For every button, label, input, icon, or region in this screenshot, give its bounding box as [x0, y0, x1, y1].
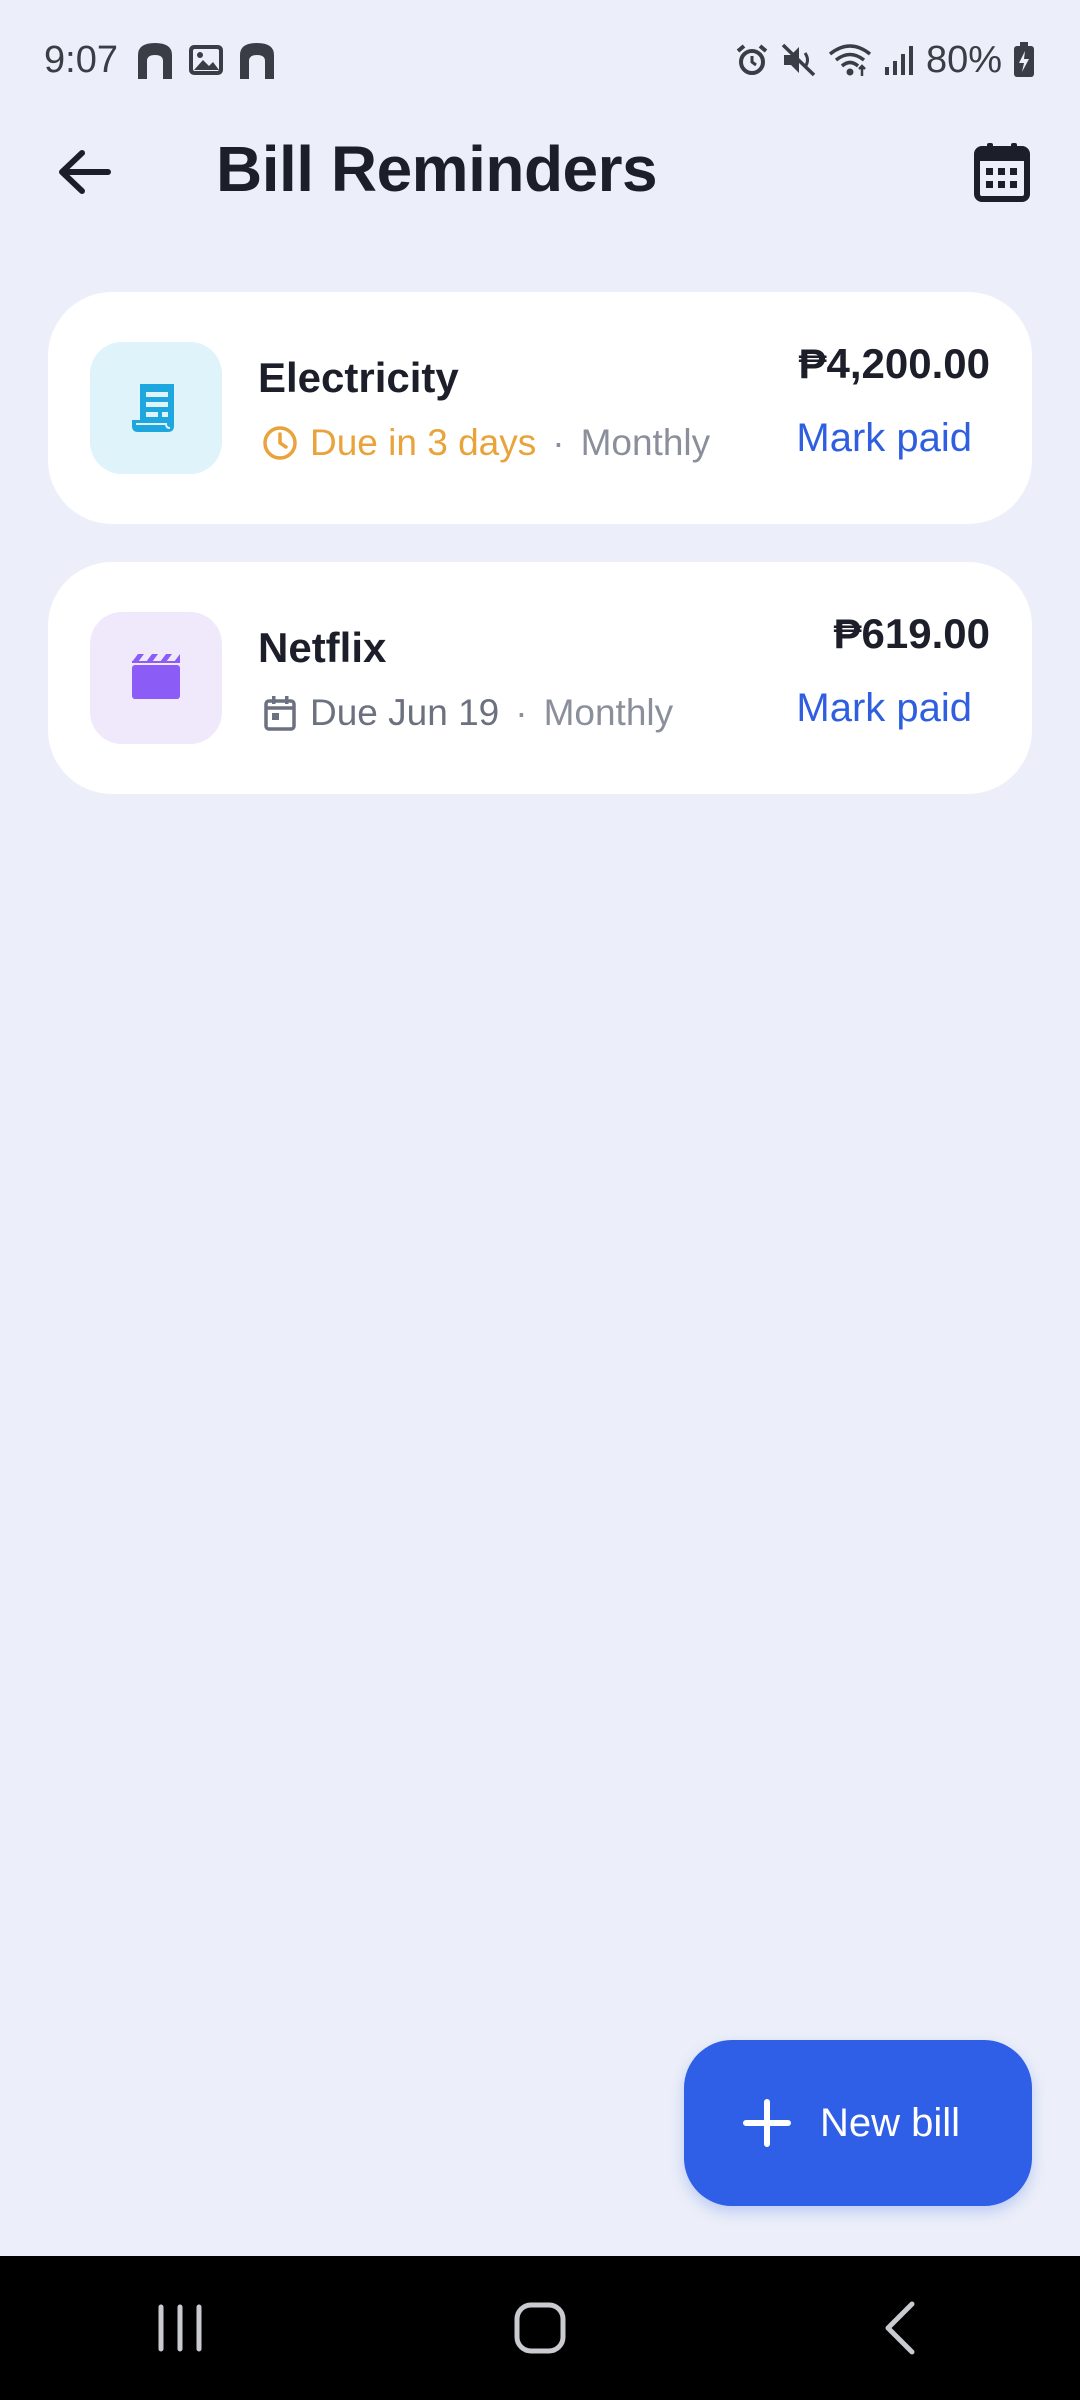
status-right: 80% [734, 39, 1036, 82]
frequency-label: Monthly [543, 692, 674, 733]
screen: 9:07 80% Bill Reminders Electricity Due … [0, 0, 1080, 2400]
recent-apps-icon [158, 2304, 202, 2352]
bill-meta: Due Jun 19 · Monthly [260, 692, 673, 734]
movie-clapper-icon [132, 654, 180, 699]
bill-icon-tile [90, 342, 222, 474]
calendar-small-icon [260, 693, 300, 733]
recent-apps-button[interactable] [120, 2278, 240, 2378]
app-bar: Bill Reminders [0, 120, 1080, 224]
bill-name: Netflix [258, 624, 387, 671]
calendar-button[interactable] [968, 138, 1036, 206]
bill-card-netflix[interactable]: Netflix Due Jun 19 · Monthly ₱619.00 Mar… [48, 562, 1032, 794]
meta-separator: · [515, 692, 528, 733]
clock-icon [260, 423, 300, 463]
bill-name: Electricity [258, 354, 459, 401]
home-button[interactable] [480, 2278, 600, 2378]
frequency-label: Monthly [580, 422, 711, 463]
arrow-left-icon [59, 150, 111, 194]
alarm-icon [734, 42, 770, 78]
home-notification-icon [134, 39, 176, 81]
page-title: Bill Reminders [216, 133, 658, 205]
bill-icon-tile [90, 612, 222, 744]
receipt-icon [132, 384, 174, 432]
wifi-icon [828, 42, 872, 78]
bill-amount: ₱619.00 [833, 610, 990, 657]
bill-amount: ₱4,200.00 [798, 340, 990, 387]
status-bar: 9:07 80% [0, 0, 1080, 120]
due-text: Due in 3 days [310, 422, 537, 463]
signal-icon [882, 43, 916, 77]
meta-separator: · [552, 422, 565, 463]
system-back-button[interactable] [840, 2278, 960, 2378]
plus-icon [743, 2099, 791, 2147]
mark-paid-button[interactable]: Mark paid [796, 686, 972, 731]
mute-icon [780, 42, 818, 78]
battery-icon [1012, 41, 1036, 79]
back-icon [885, 2301, 915, 2355]
system-nav-bar [0, 2256, 1080, 2400]
due-text: Due Jun 19 [310, 692, 500, 733]
bill-meta: Due in 3 days · Monthly [260, 422, 710, 464]
status-time: 9:07 [44, 38, 118, 81]
new-bill-label: New bill [820, 2100, 961, 2145]
calendar-icon [974, 143, 1030, 202]
home-notification-icon [236, 39, 278, 81]
battery-percent: 80% [925, 38, 1002, 81]
home-icon [514, 2302, 566, 2354]
status-left: 9:07 [44, 39, 278, 82]
back-button[interactable] [44, 140, 124, 204]
bill-card-electricity[interactable]: Electricity Due in 3 days · Monthly ₱4,2… [48, 292, 1032, 524]
image-notification-icon [186, 40, 226, 80]
bill-list: Electricity Due in 3 days · Monthly ₱4,2… [48, 292, 1032, 832]
mark-paid-button[interactable]: Mark paid [796, 416, 972, 461]
new-bill-button[interactable]: New bill [684, 2040, 1032, 2206]
